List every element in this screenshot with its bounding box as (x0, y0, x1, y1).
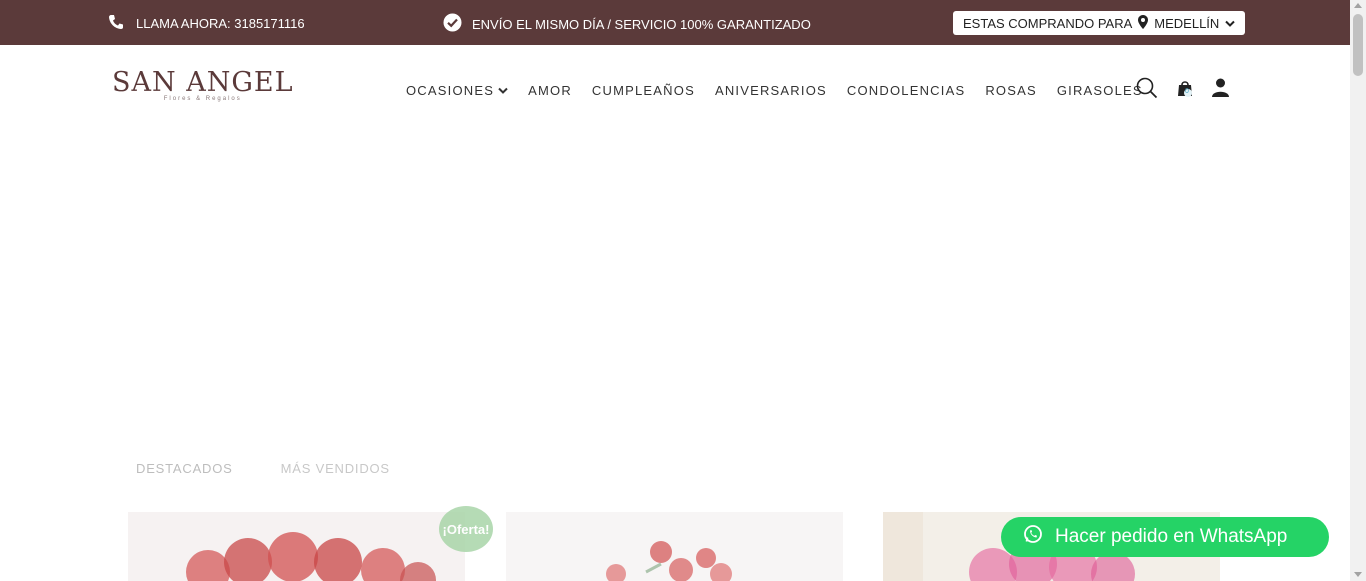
map-pin-icon (1138, 14, 1149, 32)
main-navigation: OCASIONES AMOR CUMPLEAÑOS ANIVERSARIOS C… (406, 83, 1143, 98)
chevron-down-icon (498, 83, 508, 98)
nav-item-label: CUMPLEAÑOS (591, 83, 695, 98)
sale-badge: ¡Oferta! (439, 506, 493, 552)
shipping-text: ENVÍO EL MISMO DÍA / SERVICIO 100% GARAN… (472, 16, 811, 32)
nav-item-label: OCASIONES (406, 83, 495, 98)
logo-wordmark: SAN ANGEL (112, 67, 294, 98)
site-header: SAN ANGEL Flores & Regalos OCASIONES AMO… (0, 45, 1350, 130)
nav-item-label: ROSAS (985, 83, 1037, 98)
nav-item-label: AMOR (528, 83, 572, 98)
location-prefix: ESTAS COMPRANDO PARA (963, 15, 1133, 31)
top-announcement-bar: LLAMA AHORA: 3185171116 ENVÍO EL MISMO D… (0, 0, 1350, 45)
nav-item-ocasiones[interactable]: OCASIONES (406, 83, 508, 98)
nav-item-girasoles[interactable]: GIRASOLES (1057, 83, 1143, 98)
shipping-notice: ENVÍO EL MISMO DÍA / SERVICIO 100% GARAN… (443, 13, 811, 35)
nav-item-label: ANIVERSARIOS (714, 83, 827, 98)
product-card[interactable] (128, 512, 465, 581)
phone-icon (108, 14, 124, 33)
nav-item-amor[interactable]: AMOR (528, 83, 572, 98)
scroll-down-arrow-icon[interactable] (1354, 572, 1362, 577)
nav-item-aniversarios[interactable]: ANIVERSARIOS (715, 83, 827, 98)
product-image (128, 512, 465, 581)
nav-item-cumpleanos[interactable]: CUMPLEAÑOS (592, 83, 695, 98)
scroll-thumb[interactable] (1353, 14, 1363, 76)
product-card[interactable] (506, 512, 843, 581)
user-icon[interactable] (1212, 78, 1229, 102)
city-selector[interactable]: ESTAS COMPRANDO PARA MEDELLÍN (953, 11, 1245, 35)
whatsapp-icon (1023, 524, 1043, 550)
nav-item-condolencias[interactable]: CONDOLENCIAS (847, 83, 965, 98)
product-image (506, 512, 843, 581)
phone-contact[interactable]: LLAMA AHORA: 3185171116 (108, 14, 305, 33)
product-tabs: DESTACADOS MÁS VENDIDOS (136, 461, 390, 476)
hero-banner (0, 130, 1350, 440)
phone-text: LLAMA AHORA: 3185171116 (136, 16, 305, 31)
whatsapp-label: Hacer pedido en WhatsApp (1055, 526, 1288, 547)
city-name: MEDELLÍN (1154, 15, 1220, 31)
nav-item-label: CONDOLENCIAS (846, 83, 966, 98)
nav-item-rosas[interactable]: ROSAS (985, 83, 1037, 98)
tab-mas-vendidos[interactable]: MÁS VENDIDOS (281, 461, 390, 476)
cart-icon[interactable]: 0 (1176, 78, 1196, 105)
page: LLAMA AHORA: 3185171116 ENVÍO EL MISMO D… (0, 0, 1366, 581)
scroll-up-arrow-icon[interactable] (1354, 3, 1362, 8)
tab-destacados[interactable]: DESTACADOS (136, 461, 233, 476)
chevron-down-icon (1225, 16, 1236, 31)
check-circle-icon (443, 13, 462, 35)
cart-count-badge: 0 (1185, 88, 1189, 95)
site-logo[interactable]: SAN ANGEL Flores & Regalos (112, 67, 294, 102)
search-icon[interactable] (1136, 77, 1158, 104)
whatsapp-order-button[interactable]: Hacer pedido en WhatsApp (1001, 517, 1329, 557)
page-scrollbar[interactable] (1350, 0, 1366, 581)
nav-item-label: GIRASOLES (1056, 83, 1143, 98)
